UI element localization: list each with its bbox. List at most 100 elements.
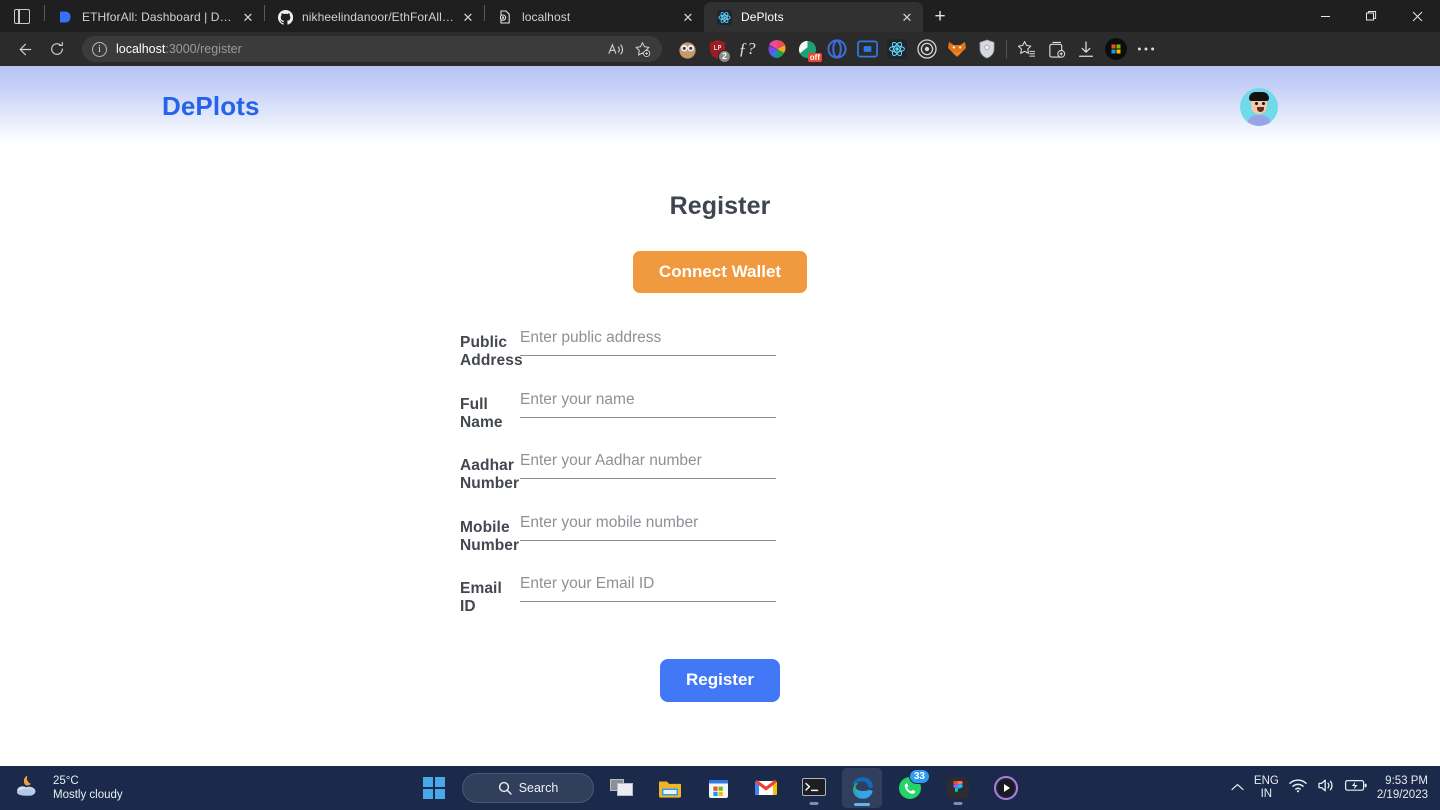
- new-tab-button[interactable]: +: [923, 2, 957, 32]
- react-devtools-icon[interactable]: [882, 35, 912, 63]
- broken-page-icon: [497, 9, 513, 25]
- read-aloud-icon[interactable]: [604, 37, 628, 61]
- settings-more-icon[interactable]: [1131, 35, 1161, 63]
- browser-toolbar: i localhost:3000/register LP 2 ƒ? off: [0, 32, 1440, 66]
- web-page: DePlots Register Connect Wallet Public A…: [0, 66, 1440, 776]
- adblock-off-icon[interactable]: off: [792, 35, 822, 63]
- field-input-wrap: [520, 509, 776, 541]
- back-button[interactable]: [8, 36, 38, 62]
- figma-button[interactable]: [938, 768, 978, 808]
- user-avatar[interactable]: [1240, 88, 1278, 126]
- clock-date: 2/19/2023: [1376, 789, 1428, 801]
- field-input-wrap: [520, 448, 776, 479]
- field-label: Mobile Number: [460, 518, 520, 554]
- brand-logo[interactable]: DePlots: [162, 91, 260, 122]
- close-button[interactable]: [1394, 0, 1440, 32]
- avatar-eye-left: [1255, 102, 1258, 105]
- media-player-button[interactable]: [986, 768, 1026, 808]
- github-icon: [277, 9, 293, 25]
- microsoft-store-button[interactable]: [698, 768, 738, 808]
- browser-tab-3[interactable]: localhost ✕: [485, 2, 704, 32]
- chevron-up-icon[interactable]: [1231, 779, 1244, 797]
- tab-title: DePlots: [741, 10, 784, 24]
- public-address-input[interactable]: [520, 325, 776, 356]
- url-path: :3000/register: [165, 42, 242, 56]
- favorites-icon[interactable]: [1011, 35, 1041, 63]
- avatar-hair: [1249, 92, 1269, 101]
- browser-window: ETHforAll: Dashboard | Devfolio ✕ nikhee…: [0, 0, 1440, 810]
- weather-condition: Mostly cloudy: [53, 789, 123, 801]
- devfolio-icon: [57, 9, 73, 25]
- colorpicker-extension-icon[interactable]: [762, 35, 792, 63]
- edge-button[interactable]: [842, 768, 882, 808]
- tab-close-button[interactable]: ✕: [897, 7, 917, 27]
- collections-icon[interactable]: [1041, 35, 1071, 63]
- tab-close-button[interactable]: ✕: [238, 7, 258, 27]
- file-explorer-button[interactable]: [650, 768, 690, 808]
- field-label: Full Name: [460, 395, 503, 431]
- start-button[interactable]: [414, 768, 454, 808]
- screenshot-extension-icon[interactable]: [852, 35, 882, 63]
- browser-tab-1[interactable]: ETHforAll: Dashboard | Devfolio ✕: [45, 2, 264, 32]
- full-name-input[interactable]: [520, 386, 776, 418]
- battery-charging-icon[interactable]: [1344, 779, 1367, 797]
- window-controls: [1302, 0, 1440, 32]
- clock-time: 9:53 PM: [1385, 775, 1428, 787]
- taskbar-apps: Search 33: [414, 768, 1026, 808]
- spiral-extension-icon[interactable]: [822, 35, 852, 63]
- form-field-public-address: Public Address: [0, 325, 1440, 387]
- task-view-button[interactable]: [602, 768, 642, 808]
- email-id-input[interactable]: [520, 571, 776, 602]
- adblock-off-label: off: [807, 53, 822, 62]
- browser-tab-4-active[interactable]: DePlots ✕: [704, 2, 923, 32]
- avatar-eye-right: [1262, 102, 1265, 105]
- tab-title: nikheelindanoor/EthForAll2023: [302, 10, 458, 24]
- browser-tab-2[interactable]: nikheelindanoor/EthForAll2023 ✕: [265, 2, 484, 32]
- tab-actions-button[interactable]: [0, 0, 44, 32]
- tab-close-button[interactable]: ✕: [678, 7, 698, 27]
- moon-cloud-icon: [14, 773, 44, 804]
- downloads-icon[interactable]: [1071, 35, 1101, 63]
- minimize-button[interactable]: [1302, 0, 1348, 32]
- weather-widget[interactable]: 25°C Mostly cloudy: [0, 773, 123, 804]
- wifi-icon[interactable]: [1289, 778, 1307, 798]
- form-field-aadhar-number: Aadhar Number: [0, 448, 1440, 510]
- windows-taskbar: 25°C Mostly cloudy Search 33 ENG IN 9:53…: [0, 766, 1440, 810]
- site-info-icon[interactable]: i: [92, 41, 107, 57]
- gmail-button[interactable]: [746, 768, 786, 808]
- tab-close-button[interactable]: ✕: [458, 7, 478, 27]
- reload-button[interactable]: [42, 36, 72, 62]
- fontanello-glyph: ƒ?: [738, 39, 756, 58]
- url-text: localhost:3000/register: [116, 42, 242, 56]
- whatsapp-button[interactable]: 33: [890, 768, 930, 808]
- address-bar[interactable]: i localhost:3000/register: [82, 36, 662, 62]
- target-extension-icon[interactable]: [912, 35, 942, 63]
- metamask-fox-icon[interactable]: [942, 35, 972, 63]
- language-line-1: ENG: [1253, 774, 1279, 787]
- register-submit-button[interactable]: Register: [660, 658, 780, 702]
- react-icon: [716, 9, 732, 25]
- profile-icon[interactable]: [1101, 35, 1131, 63]
- whatsapp-badge-count: 33: [908, 769, 930, 784]
- weather-temperature: 25°C: [53, 775, 79, 787]
- field-label: Public Address: [460, 334, 523, 369]
- extension-badge-count: 2: [717, 50, 731, 63]
- clock-widget[interactable]: 9:53 PM 2/19/2023: [1377, 774, 1428, 802]
- add-favorite-icon[interactable]: [630, 37, 654, 61]
- fontanello-extension-icon[interactable]: ƒ?: [732, 35, 762, 63]
- url-host: localhost: [116, 42, 166, 56]
- restore-button[interactable]: [1348, 0, 1394, 32]
- aadhar-number-input[interactable]: [520, 448, 776, 479]
- volume-icon[interactable]: [1317, 778, 1335, 798]
- mobile-number-input[interactable]: [520, 509, 776, 541]
- connect-wallet-button[interactable]: Connect Wallet: [633, 251, 807, 293]
- connect-wallet-row: Connect Wallet: [0, 251, 1440, 293]
- terminal-button[interactable]: [794, 768, 834, 808]
- taskbar-search-button[interactable]: Search: [462, 773, 594, 803]
- shield-extension-icon[interactable]: [972, 35, 1002, 63]
- form-field-mobile-number: Mobile Number: [0, 509, 1440, 572]
- owl-extension-icon[interactable]: [672, 35, 702, 63]
- tab-title: ETHforAll: Dashboard | Devfolio: [82, 10, 238, 24]
- language-indicator[interactable]: ENG IN: [1254, 775, 1279, 802]
- lastpass-extension-icon[interactable]: LP 2: [702, 35, 732, 63]
